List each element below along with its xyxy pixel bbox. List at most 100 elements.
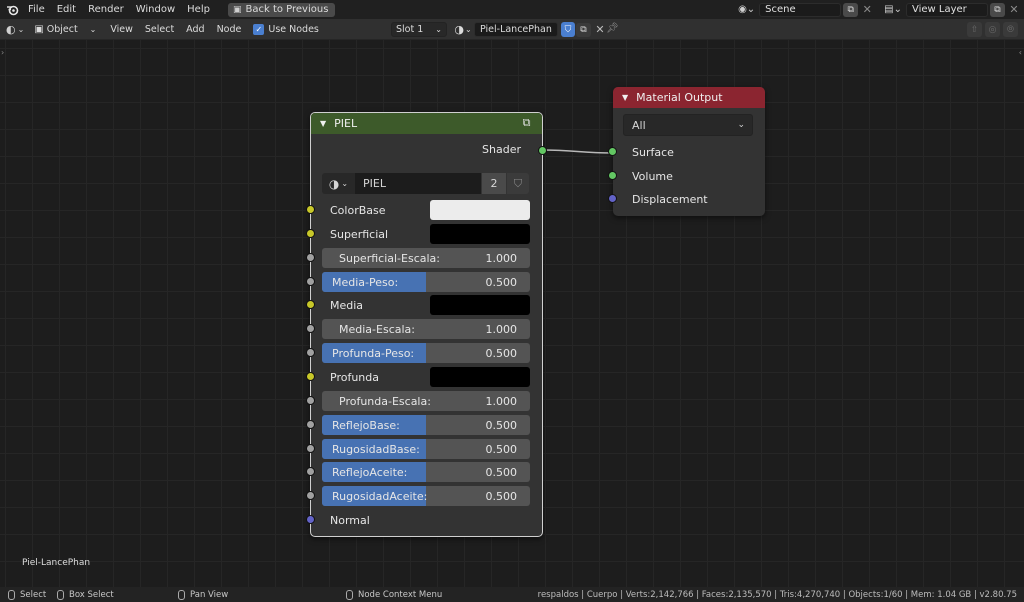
value-slider[interactable]: RugosidadBase: 0.500 <box>322 439 530 459</box>
input-socket[interactable] <box>306 205 315 214</box>
duplicate-material-icon[interactable]: ⧉ <box>576 22 591 37</box>
color-swatch[interactable] <box>430 295 530 315</box>
input-row: Superficial <box>306 224 542 244</box>
material-output-title: Material Output <box>636 91 723 104</box>
value-slider[interactable]: Media-Peso: 0.500 <box>322 272 530 292</box>
input-socket[interactable] <box>306 467 315 476</box>
view-layer-name: View Layer <box>912 4 967 15</box>
node-group-icon[interactable]: ⧉ <box>519 116 534 130</box>
value-slider[interactable]: Superficial-Escala: 1.000 <box>322 248 530 268</box>
status-context-menu-label: Node Context Menu <box>358 589 443 600</box>
input-row: Media-Peso: 0.500 <box>306 272 542 292</box>
view-layer-icon[interactable]: ▤⌄ <box>884 4 902 15</box>
menu-help[interactable]: Help <box>181 0 216 19</box>
material-output-header[interactable]: ▼ Material Output <box>613 87 765 108</box>
input-socket[interactable] <box>608 194 617 203</box>
use-nodes-checkbox[interactable]: ✓ <box>253 23 265 35</box>
input-socket[interactable] <box>306 396 315 405</box>
editor-type-selector[interactable]: ◐ ⌄ <box>6 23 24 36</box>
value-slider[interactable]: ReflejoAceite: 0.500 <box>322 462 530 482</box>
remove-view-layer-icon[interactable]: ✕ <box>1007 3 1021 17</box>
input-socket[interactable] <box>306 372 315 381</box>
input-socket[interactable] <box>306 229 315 238</box>
collapse-triangle-icon[interactable]: ▼ <box>622 93 628 102</box>
overlay-icon[interactable]: ⦾ <box>1003 22 1018 37</box>
snap-icon[interactable]: ◎ <box>985 22 1000 37</box>
node-group-name-field[interactable]: PIEL <box>355 173 481 194</box>
material-output-node[interactable]: ▼ Material Output All ⌄ Surface Volume Dis… <box>608 87 765 216</box>
value-slider[interactable]: Profunda-Escala: 1.000 <box>322 391 530 411</box>
slider-label: ReflejoBase: <box>332 418 400 432</box>
input-socket[interactable] <box>306 324 315 333</box>
slider-label: Profunda-Escala: <box>339 394 431 408</box>
slider-label: RugosidadAceite: <box>332 489 428 503</box>
slot-dropdown[interactable]: Slot 1 ⌄ <box>391 22 447 37</box>
input-socket[interactable] <box>608 171 617 180</box>
status-pan-view-label: Pan View <box>190 589 229 600</box>
input-socket[interactable] <box>306 253 315 262</box>
piel-node-header[interactable]: ▼ PIEL ⧉ <box>311 113 542 134</box>
menu-add[interactable]: Add <box>180 24 210 35</box>
menu-render[interactable]: Render <box>82 0 130 19</box>
node-tree-browse-icon[interactable]: ◑ ⌄ <box>322 173 355 194</box>
input-socket[interactable] <box>306 277 315 286</box>
menu-node[interactable]: Node <box>211 24 248 35</box>
parent-node-tree-icon[interactable]: ⇧ <box>967 22 982 37</box>
value-slider[interactable]: Media-Escala: 1.000 <box>322 319 530 339</box>
back-to-previous-button[interactable]: ▣ Back to Previous <box>227 2 336 17</box>
input-socket[interactable] <box>608 147 617 156</box>
input-row: Profunda-Escala: 1.000 <box>306 391 542 411</box>
menu-view[interactable]: View <box>104 24 139 35</box>
input-socket[interactable] <box>306 420 315 429</box>
menu-file[interactable]: File <box>22 0 51 19</box>
pin-icon[interactable]: 📌︎ <box>606 23 619 34</box>
collapse-triangle-icon[interactable]: ▼ <box>320 119 326 128</box>
value-slider[interactable]: RugosidadAceite: 0.500 <box>322 486 530 506</box>
menu-edit[interactable]: Edit <box>51 0 82 19</box>
color-swatch[interactable] <box>430 367 530 387</box>
toolbar-expand-arrow-icon[interactable]: › <box>1 48 4 57</box>
slider-label: Profunda-Peso: <box>332 346 415 360</box>
users-count[interactable]: 2 <box>482 173 506 194</box>
input-label: Volume <box>632 169 673 183</box>
scene-icon[interactable]: ◉⌄ <box>738 4 755 15</box>
input-row: ColorBase <box>306 200 542 220</box>
input-socket[interactable] <box>306 491 315 500</box>
input-socket[interactable] <box>306 444 315 453</box>
fake-user-shield-icon[interactable]: ⛉ <box>507 173 529 194</box>
status-context-menu: Node Context Menu <box>346 589 443 600</box>
color-swatch[interactable] <box>430 224 530 244</box>
input-socket[interactable] <box>306 348 315 357</box>
output-target-dropdown[interactable]: All ⌄ <box>623 114 753 136</box>
object-icon: ▣ <box>34 23 44 35</box>
status-select-label: Select <box>20 589 47 600</box>
piel-group-node[interactable]: ▼ PIEL ⧉ Shader ◑ ⌄ PIEL 2 ⛉ ColorBase Sup… <box>306 112 547 537</box>
value-slider[interactable]: Profunda-Peso: 0.500 <box>322 343 530 363</box>
slider-value: 1.000 <box>485 322 518 336</box>
blender-logo-icon[interactable] <box>2 0 22 19</box>
menu-select[interactable]: Select <box>139 24 180 35</box>
value-slider[interactable]: ReflejoBase: 0.500 <box>322 415 530 435</box>
shader-output-socket[interactable] <box>538 146 547 155</box>
material-browse-icon[interactable]: ◑ ⌄ <box>452 22 474 37</box>
view-layer-field[interactable]: View Layer <box>906 2 988 17</box>
material-name-overlay: Piel-LancePhan <box>22 558 91 568</box>
remove-scene-icon[interactable]: ✕ <box>860 3 874 17</box>
input-socket[interactable] <box>306 300 315 309</box>
scene-field[interactable]: Scene <box>759 2 842 17</box>
input-socket[interactable] <box>306 515 315 524</box>
fake-user-shield-icon[interactable]: ⛉ <box>561 22 575 37</box>
color-swatch[interactable] <box>430 200 530 220</box>
unlink-material-icon[interactable]: ✕ <box>593 23 607 37</box>
node-group-name: PIEL <box>363 177 386 190</box>
new-view-layer-icon[interactable]: ⧉ <box>990 2 1005 17</box>
slider-value: 0.500 <box>485 442 518 456</box>
slider-value: 0.500 <box>485 418 518 432</box>
shader-type-dropdown[interactable]: ▣ Object ⌄ <box>34 24 96 35</box>
new-scene-icon[interactable]: ⧉ <box>843 2 859 17</box>
menu-window[interactable]: Window <box>130 0 181 19</box>
material-name-field[interactable]: Piel-LancePhan <box>474 22 558 37</box>
use-nodes-label: Use Nodes <box>268 23 319 35</box>
sidebar-expand-arrow-icon[interactable]: ‹ <box>1019 48 1022 57</box>
material-name: Piel-LancePhan <box>480 24 552 35</box>
